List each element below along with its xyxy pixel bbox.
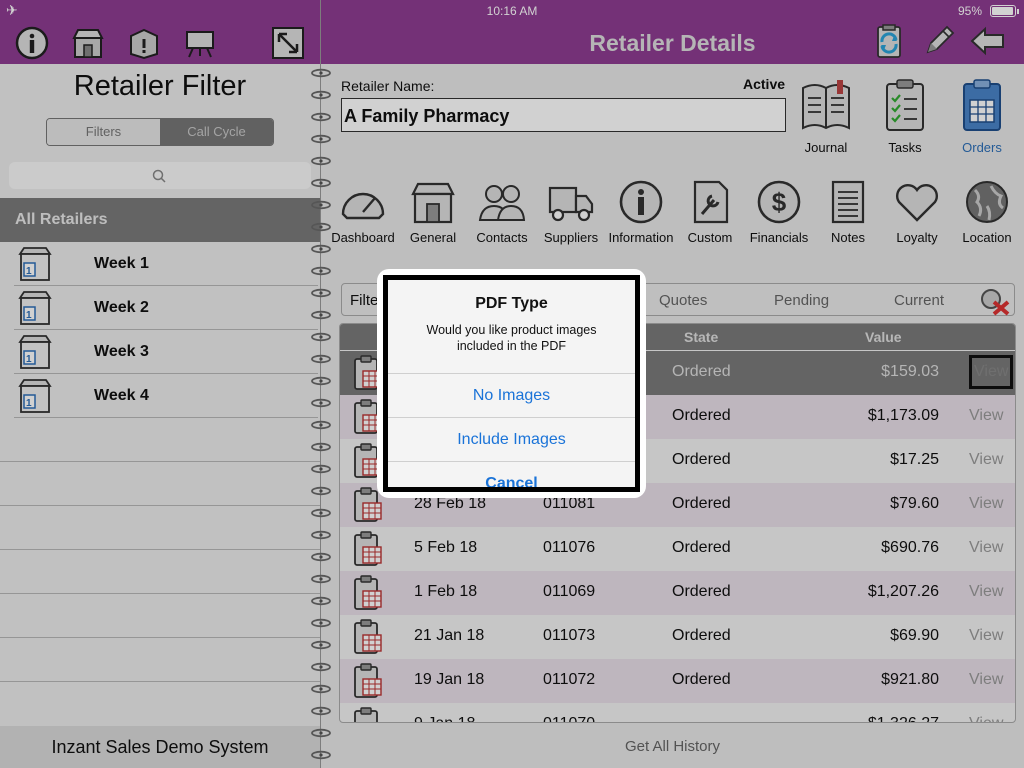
cancel-button[interactable]: Cancel <box>388 461 635 487</box>
dialog-title: PDF Type <box>475 295 548 312</box>
pdf-type-dialog: PDF Type Would you like product images i… <box>377 269 646 498</box>
dialog-message: Would you like product images included i… <box>426 323 597 353</box>
include-images-button[interactable]: Include Images <box>388 417 635 461</box>
no-images-button[interactable]: No Images <box>388 373 635 417</box>
dialog-content: PDF Type Would you like product images i… <box>383 275 640 492</box>
